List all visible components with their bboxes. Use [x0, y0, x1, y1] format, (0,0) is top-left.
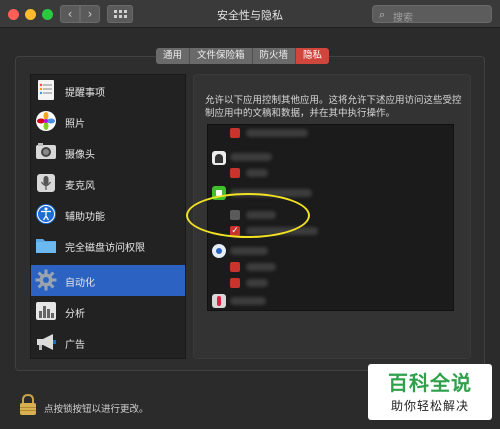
sidebar-item-analytics[interactable]: 分析: [31, 296, 185, 327]
permission-checkbox[interactable]: [230, 262, 240, 272]
permission-checkbox[interactable]: [230, 278, 240, 288]
sidebar-item-automation[interactable]: 自动化: [31, 265, 185, 296]
lock-hint-text: 点按锁按钮以进行更改。: [44, 404, 149, 415]
highlight-ellipse: [186, 193, 310, 238]
microphone-icon: [37, 174, 55, 192]
tab-filevault[interactable]: 文件保险箱: [190, 48, 253, 64]
app-name: [246, 129, 308, 137]
reminders-icon: [38, 80, 54, 100]
sidebar-item-label: 照片: [65, 119, 85, 130]
tab-privacy[interactable]: 隐私: [296, 48, 330, 64]
sidebar-item-label: 分析: [65, 309, 85, 320]
permission-checkbox[interactable]: [230, 128, 240, 138]
photos-icon: [36, 111, 56, 131]
search-placeholder: 搜索: [393, 13, 413, 24]
app-name: [246, 169, 268, 177]
app-icon: [212, 244, 226, 258]
show-all-button[interactable]: [107, 5, 133, 23]
tab-firewall[interactable]: 防火墙: [252, 48, 297, 64]
forward-button[interactable]: ›: [80, 5, 100, 23]
sidebar-item-label: 提醒事项: [65, 88, 105, 99]
sidebar-item-microphone[interactable]: 麦克风: [31, 168, 185, 199]
lock-icon[interactable]: [18, 394, 38, 416]
window-title: 安全性与隐私: [217, 9, 283, 22]
app-name: [230, 153, 272, 161]
list-item: [208, 275, 453, 291]
watermark-title: 百科全说: [388, 371, 472, 395]
list-item: [208, 243, 453, 259]
sidebar-item-reminders[interactable]: 提醒事项: [31, 75, 185, 106]
sidebar-item-photos[interactable]: 照片: [31, 106, 185, 137]
watermark-logo: 百科全说 助你轻松解决: [368, 364, 492, 420]
list-item: [208, 149, 453, 165]
app-name: [230, 297, 266, 305]
title-bar: ‹ › 安全性与隐私 ⌕ 搜索: [0, 0, 500, 28]
app-icon: [212, 151, 226, 165]
watermark-slogan: 助你轻松解决: [390, 399, 469, 413]
minimize-window-button[interactable]: [25, 9, 36, 20]
list-item: [208, 165, 453, 181]
search-field[interactable]: ⌕ 搜索: [372, 5, 492, 24]
sidebar-item-camera[interactable]: 摄像头: [31, 137, 185, 168]
sidebar-item-label: 麦克风: [65, 181, 95, 192]
search-icon: ⌕: [379, 8, 386, 21]
tab-bar: 通用 文件保险箱 防火墙 隐私: [156, 48, 330, 64]
list-item: [208, 259, 453, 275]
sidebar-item-full-disk-access[interactable]: 完全磁盘访问权限: [31, 230, 185, 261]
list-item: [208, 125, 453, 141]
back-button[interactable]: ‹: [60, 5, 80, 23]
close-window-button[interactable]: [8, 9, 19, 20]
app-name: [246, 279, 268, 287]
sidebar-item-label: 自动化: [65, 278, 95, 289]
accessibility-icon: [36, 204, 56, 224]
sidebar-item-label: 辅助功能: [65, 212, 105, 223]
privacy-category-list[interactable]: 提醒事项 照片 摄像头 麦克风 辅助功能 完全磁盘访问权限 自动化 分析 广告: [30, 74, 186, 359]
sidebar-item-label: 完全磁盘访问权限: [65, 243, 145, 254]
app-icon: [212, 294, 226, 308]
sidebar-item-advertising[interactable]: 广告: [31, 327, 185, 358]
app-name: [246, 263, 276, 271]
megaphone-icon: [37, 334, 56, 350]
gear-icon: [35, 269, 57, 291]
permission-checkbox[interactable]: [230, 168, 240, 178]
automation-description: 允许以下应用控制其他应用。这将允许下述应用访问这些受控制应用中的文稿和数据，并在…: [205, 95, 462, 119]
chevron-left-icon: ‹: [67, 7, 73, 21]
sidebar-item-label: 摄像头: [65, 150, 95, 161]
tab-general[interactable]: 通用: [156, 48, 191, 64]
camera-icon: [36, 143, 56, 159]
folder-icon: [36, 239, 56, 253]
zoom-window-button[interactable]: [42, 9, 53, 20]
sidebar-item-label: 广告: [65, 340, 85, 351]
list-item: [208, 293, 453, 309]
chevron-right-icon: ›: [87, 7, 93, 21]
app-name: [230, 247, 268, 255]
sidebar-item-accessibility[interactable]: 辅助功能: [31, 199, 185, 230]
analytics-icon: [36, 302, 56, 320]
